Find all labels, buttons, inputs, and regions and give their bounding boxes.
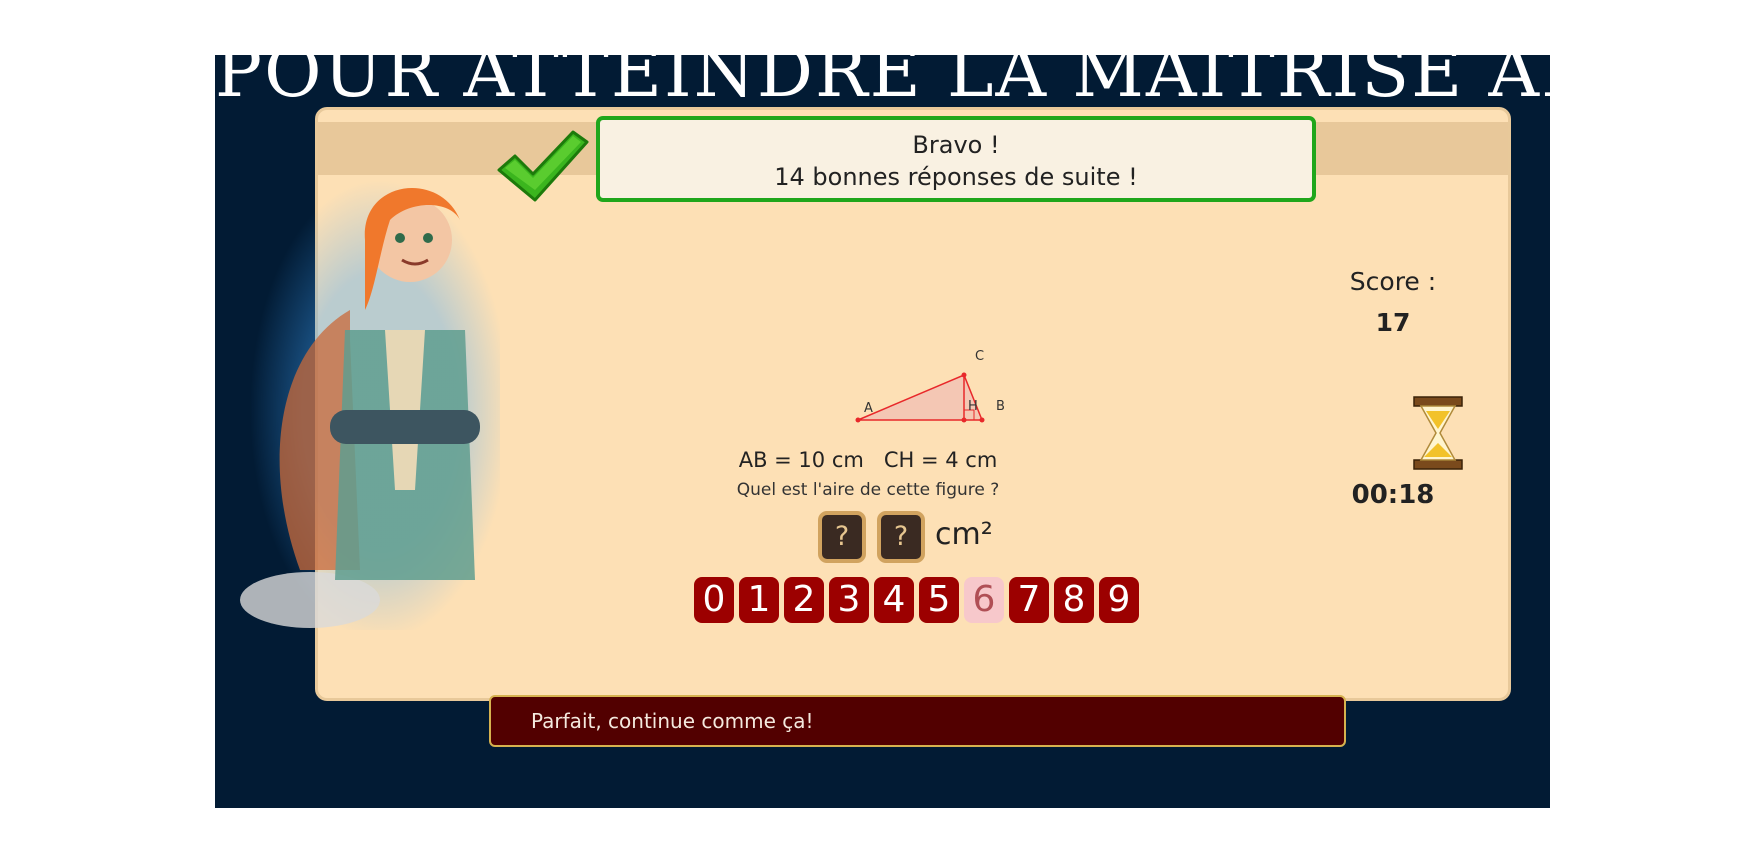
game-stage: POUR ATTEINDRE LA MAÎTRISE ABSOLUE Bravo… bbox=[215, 55, 1550, 808]
digit-button-2[interactable]: 2 bbox=[784, 577, 824, 623]
point-label-b: B bbox=[996, 399, 1005, 414]
check-icon bbox=[497, 130, 589, 202]
digit-button-8[interactable]: 8 bbox=[1054, 577, 1094, 623]
score-value: 17 bbox=[1375, 308, 1411, 337]
character-avatar bbox=[240, 180, 500, 630]
digit-button-7[interactable]: 7 bbox=[1009, 577, 1049, 623]
feedback-bar: Parfait, continue comme ça! bbox=[489, 695, 1346, 747]
answer-unit: cm² bbox=[935, 517, 993, 552]
message-streak: 14 bonnes réponses de suite ! bbox=[774, 163, 1138, 191]
digit-button-4[interactable]: 4 bbox=[874, 577, 914, 623]
banner-title: POUR ATTEINDRE LA MAÎTRISE ABSOLUE bbox=[215, 55, 1550, 107]
point-label-a: A bbox=[864, 401, 873, 416]
digit-button-1[interactable]: 1 bbox=[739, 577, 779, 623]
score-label: Score : bbox=[1349, 267, 1437, 296]
question-measures: AB = 10 cm CH = 4 cm bbox=[738, 448, 998, 472]
answer-slot-1[interactable]: ? bbox=[818, 511, 866, 563]
point-label-h: H bbox=[968, 399, 978, 414]
digit-button-9[interactable]: 9 bbox=[1099, 577, 1139, 623]
point-label-c: C bbox=[975, 349, 984, 364]
digit-button-5[interactable]: 5 bbox=[919, 577, 959, 623]
answer-slot-2[interactable]: ? bbox=[877, 511, 925, 563]
question-text: Quel est l'aire de cette figure ? bbox=[736, 480, 1000, 500]
digit-button-3[interactable]: 3 bbox=[829, 577, 869, 623]
triangle-figure: A B C H bbox=[855, 349, 1005, 423]
success-message-box: Bravo ! 14 bonnes réponses de suite ! bbox=[596, 116, 1316, 202]
digit-button-0[interactable]: 0 bbox=[694, 577, 734, 623]
digit-button-6[interactable]: 6 bbox=[964, 577, 1004, 623]
hourglass-icon bbox=[1413, 396, 1463, 470]
message-title: Bravo ! bbox=[912, 131, 1000, 159]
timer: 00:18 bbox=[1351, 480, 1435, 510]
